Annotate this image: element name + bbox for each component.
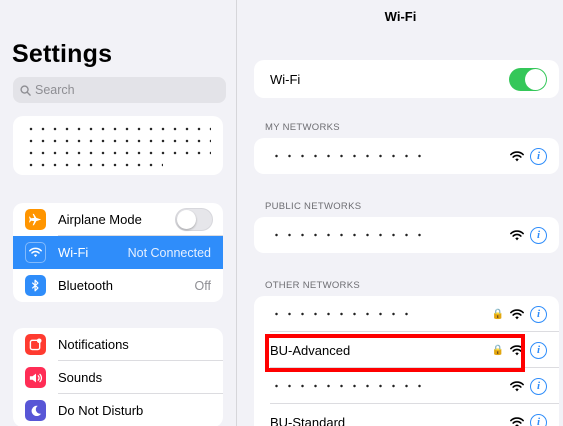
notifications-icon bbox=[25, 334, 46, 355]
wifi-toggle[interactable] bbox=[509, 67, 547, 91]
info-icon[interactable]: i bbox=[530, 377, 547, 395]
toggle-knob bbox=[525, 68, 546, 90]
redacted-network-name bbox=[270, 153, 430, 159]
wifi-status: Not Connected bbox=[127, 245, 211, 260]
network-row-bu-standard[interactable]: BU-Standard i bbox=[254, 404, 559, 426]
redacted-network-name bbox=[270, 311, 412, 317]
wifi-toggle-row: Wi-Fi bbox=[254, 60, 559, 98]
airplane-icon bbox=[25, 209, 46, 230]
section-header-public-networks: PUBLIC NETWORKS bbox=[265, 201, 362, 212]
wifi-signal-icon bbox=[510, 150, 524, 161]
sidebar-title: Settings bbox=[12, 40, 113, 68]
page-title: Wi-Fi bbox=[384, 9, 417, 24]
public-networks-card: i bbox=[254, 217, 559, 253]
network-icons: i bbox=[510, 377, 547, 395]
network-row[interactable]: 🔒 i bbox=[254, 296, 559, 332]
sidebar-item-bluetooth[interactable]: Bluetooth Off bbox=[13, 269, 223, 302]
wifi-toggle-label: Wi-Fi bbox=[270, 71, 301, 87]
network-row[interactable]: i bbox=[254, 368, 559, 404]
network-icons: i bbox=[510, 147, 547, 165]
redacted-network-name bbox=[270, 383, 430, 389]
redacted-text bbox=[25, 150, 211, 156]
search-placeholder: Search bbox=[35, 83, 75, 97]
connectivity-group: Airplane Mode Wi-Fi Not Connected Blueto… bbox=[13, 203, 223, 302]
network-name: BU-Standard bbox=[270, 414, 346, 426]
info-icon[interactable]: i bbox=[530, 341, 547, 359]
apple-id-card[interactable] bbox=[13, 116, 223, 175]
info-icon[interactable]: i bbox=[530, 413, 547, 426]
sidebar-item-label: Wi-Fi bbox=[58, 245, 89, 260]
info-icon[interactable]: i bbox=[530, 305, 547, 323]
airplane-mode-toggle[interactable] bbox=[175, 208, 213, 231]
lock-icon: 🔒 bbox=[491, 308, 504, 320]
sidebar-item-label: Airplane Mode bbox=[58, 212, 142, 227]
network-icons: i bbox=[510, 226, 547, 244]
settings-sidebar: Settings Search Airplane Mode Wi-Fi Not … bbox=[0, 0, 237, 426]
sidebar-item-label: Sounds bbox=[58, 370, 103, 385]
info-icon[interactable]: i bbox=[530, 226, 547, 244]
sidebar-item-notifications[interactable]: Notifications bbox=[13, 328, 223, 361]
network-row[interactable]: i bbox=[254, 138, 559, 174]
sidebar-item-label: Notifications bbox=[58, 337, 129, 352]
wifi-signal-icon bbox=[510, 229, 524, 240]
wifi-signal-icon bbox=[510, 416, 524, 426]
section-header-my-networks: MY NETWORKS bbox=[265, 122, 340, 133]
sounds-icon bbox=[25, 367, 46, 388]
sidebar-item-sounds[interactable]: Sounds bbox=[13, 361, 223, 394]
wifi-signal-icon bbox=[510, 308, 524, 319]
sidebar-item-label: Do Not Disturb bbox=[58, 403, 144, 418]
network-row[interactable]: i bbox=[254, 217, 559, 253]
notifications-group: Notifications Sounds Do Not Disturb bbox=[13, 328, 223, 426]
sidebar-item-wifi[interactable]: Wi-Fi Not Connected bbox=[13, 236, 223, 269]
redacted-text bbox=[25, 138, 211, 144]
redacted-text bbox=[25, 126, 211, 132]
sidebar-item-airplane-mode[interactable]: Airplane Mode bbox=[13, 203, 223, 236]
redacted-text bbox=[25, 162, 163, 168]
redacted-network-name bbox=[270, 232, 430, 238]
network-icons: i bbox=[510, 413, 547, 426]
info-icon[interactable]: i bbox=[530, 147, 547, 165]
bluetooth-icon bbox=[25, 275, 46, 296]
network-icons: 🔒 i bbox=[491, 305, 547, 323]
sidebar-item-do-not-disturb[interactable]: Do Not Disturb bbox=[13, 394, 223, 426]
wifi-signal-icon bbox=[510, 380, 524, 391]
section-header-other-networks: OTHER NETWORKS bbox=[265, 280, 360, 291]
toggle-knob bbox=[177, 210, 196, 229]
highlight-annotation-box bbox=[265, 334, 525, 372]
moon-icon bbox=[25, 400, 46, 421]
my-networks-card: i bbox=[254, 138, 559, 174]
wifi-icon bbox=[25, 242, 46, 263]
search-icon bbox=[20, 84, 31, 96]
sidebar-item-label: Bluetooth bbox=[58, 278, 113, 293]
wifi-toggle-card: Wi-Fi bbox=[254, 60, 559, 98]
bluetooth-status: Off bbox=[194, 278, 211, 293]
search-field[interactable]: Search bbox=[13, 77, 226, 103]
